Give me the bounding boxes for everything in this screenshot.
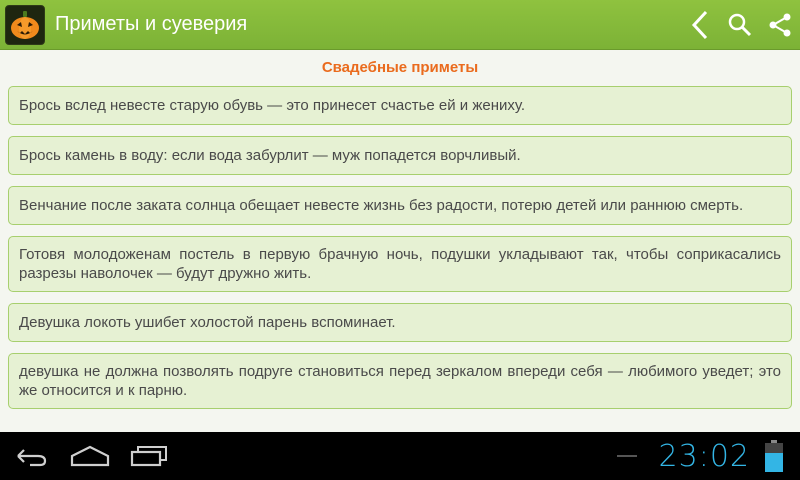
- nav-recents-icon[interactable]: [120, 432, 180, 480]
- list-item[interactable]: Девушка локоть ушибет холостой парень вс…: [8, 303, 792, 342]
- list-item-text: девушка не должна позволять подруге стан…: [19, 363, 781, 399]
- list-item-text: Девушка локоть ушибет холостой парень вс…: [19, 314, 396, 331]
- omens-list: Брось вслед невесте старую обувь — это п…: [0, 86, 800, 409]
- list-item[interactable]: Брось вслед невесте старую обувь — это п…: [8, 86, 792, 125]
- pumpkin-icon[interactable]: [5, 4, 45, 45]
- list-item[interactable]: Готовя молодоженам постель в первую брач…: [8, 236, 792, 292]
- list-item-text: Брось камень в воду: если вода забурлит …: [19, 147, 521, 164]
- list-item-text: Венчание после заката солнца обещает нев…: [19, 197, 744, 214]
- list-item-text: Готовя молодоженам постель в первую брач…: [19, 246, 781, 282]
- battery-icon: [764, 440, 784, 472]
- list-item[interactable]: Брось камень в воду: если вода забурлит …: [8, 136, 792, 175]
- app-title: Приметы и суеверия: [55, 13, 248, 35]
- nav-home-icon[interactable]: [60, 432, 120, 480]
- status-clock: 23:02: [658, 438, 750, 474]
- back-icon[interactable]: [680, 0, 720, 50]
- action-bar: Приметы и суеверия: [0, 0, 800, 50]
- section-title: Свадебные приметы: [321, 59, 479, 76]
- share-icon[interactable]: [760, 0, 800, 50]
- list-item-text: Брось вслед невесте старую обувь — это п…: [19, 97, 526, 114]
- system-nav-bar: 23:02: [0, 432, 800, 480]
- list-item[interactable]: девушка не должна позволять подруге стан…: [8, 353, 792, 409]
- content-area[interactable]: Свадебные приметы Брось вслед невесте ст…: [0, 50, 800, 432]
- notification-dash-icon: [616, 455, 637, 457]
- nav-back-icon[interactable]: [0, 432, 60, 480]
- search-icon[interactable]: [720, 0, 760, 50]
- list-item[interactable]: Венчание после заката солнца обещает нев…: [8, 186, 792, 225]
